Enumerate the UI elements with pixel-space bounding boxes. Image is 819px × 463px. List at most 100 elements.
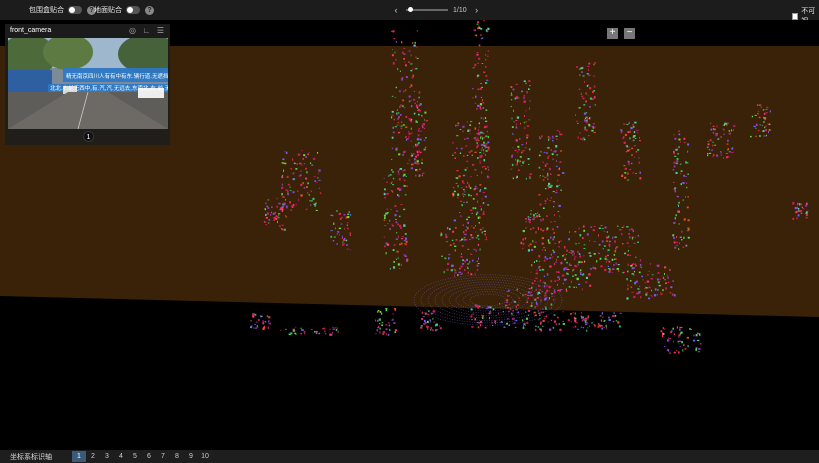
cloud-point	[419, 168, 421, 170]
frame-button-2[interactable]: 2	[86, 451, 100, 462]
cloud-point	[656, 278, 659, 281]
cloud-point	[589, 325, 590, 327]
cloud-point	[731, 129, 732, 132]
cloud-point	[600, 265, 603, 268]
cloud-point	[554, 280, 557, 282]
cloud-point	[528, 88, 530, 90]
cloud-point	[383, 193, 386, 196]
cloud-point	[570, 250, 572, 252]
menu-icon[interactable]: ☰	[156, 26, 165, 35]
cloud-point	[415, 120, 417, 122]
frame-button-8[interactable]: 8	[170, 451, 184, 462]
coordinate-axis-button[interactable]: 坐标系标识轴	[10, 452, 52, 462]
cloud-point	[574, 325, 577, 328]
cloud-point	[538, 136, 540, 138]
cloud-point	[722, 128, 724, 130]
cloud-point	[476, 187, 478, 189]
frame-button-3[interactable]: 3	[100, 451, 114, 462]
cloud-point	[379, 327, 381, 330]
cloud-point	[679, 236, 682, 238]
cloud-point	[539, 279, 542, 282]
cloud-point	[683, 174, 686, 177]
next-arrow-icon[interactable]: ›	[473, 5, 481, 15]
cloud-point	[520, 292, 521, 294]
cloud-point	[650, 294, 652, 296]
cloud-point	[634, 138, 637, 139]
frame-button-7[interactable]: 7	[156, 451, 170, 462]
cloud-point	[271, 206, 273, 208]
frame-slider[interactable]	[406, 7, 448, 12]
cloud-point	[282, 196, 285, 198]
invisible-checkbox[interactable]	[792, 12, 799, 20]
frame-list: 1 2 3 4 5 6 7 8 9 10	[72, 451, 212, 462]
cloud-point	[314, 202, 317, 204]
cloud-point	[634, 237, 636, 239]
frame-button-1[interactable]: 1	[72, 451, 86, 462]
cloud-point	[551, 293, 553, 295]
cloud-point	[584, 128, 587, 131]
cloud-point	[522, 242, 525, 246]
zoom-out-button[interactable]: −	[624, 28, 635, 39]
cloud-point	[254, 324, 257, 325]
cloud-point	[435, 324, 437, 327]
cloud-point	[398, 124, 401, 126]
cloud-point	[418, 174, 421, 177]
cloud-point	[438, 325, 441, 327]
cloud-point	[419, 138, 422, 141]
cloud-point	[305, 156, 307, 158]
cloud-point	[447, 262, 450, 265]
cloud-point	[650, 278, 653, 280]
cloud-point	[510, 86, 513, 88]
cloud-point	[629, 280, 632, 282]
point-cloud-viewer[interactable]: front_camera ◎ ∟ ☰ 精无南京四川人有有中有东.辆行道.无遮挡 …	[0, 20, 819, 450]
cloud-point	[674, 217, 676, 220]
cloud-point	[637, 288, 640, 290]
cloud-point	[665, 282, 667, 285]
cloud-point	[620, 131, 622, 134]
ground-fit-toggle[interactable]	[126, 6, 140, 14]
cloud-point	[405, 237, 407, 240]
frame-slider-knob[interactable]	[408, 7, 414, 12]
cloud-point	[471, 236, 474, 239]
cloud-point	[284, 215, 286, 217]
frame-button-10[interactable]: 10	[198, 451, 212, 462]
cloud-point	[265, 202, 267, 204]
cloud-point	[673, 241, 676, 244]
cloud-point	[633, 242, 636, 244]
cloud-point	[381, 312, 383, 315]
prev-arrow-icon[interactable]: ‹	[392, 5, 400, 15]
cloud-point	[401, 121, 403, 123]
cloud-point	[392, 184, 395, 186]
ruler-icon[interactable]: ∟	[142, 26, 151, 35]
cloud-point	[687, 150, 689, 153]
cloud-point	[586, 329, 588, 332]
cloud-point	[467, 227, 469, 230]
cloud-point	[392, 313, 394, 315]
cloud-point	[414, 41, 416, 44]
frame-button-4[interactable]: 4	[114, 451, 128, 462]
help-icon[interactable]: ?	[145, 5, 154, 15]
zoom-in-button[interactable]: +	[607, 28, 618, 39]
camera-panel[interactable]: front_camera ◎ ∟ ☰ 精无南京四川人有有中有东.辆行道.无遮挡 …	[5, 24, 170, 145]
cloud-point	[720, 151, 722, 154]
cloud-point	[584, 260, 586, 263]
cloud-point	[557, 174, 560, 176]
bbox-fit-toggle[interactable]	[68, 6, 82, 14]
cloud-point	[463, 138, 466, 140]
cloud-point	[511, 126, 514, 128]
target-icon[interactable]: ◎	[128, 26, 137, 35]
cloud-point	[551, 256, 554, 258]
cloud-point	[552, 249, 554, 252]
cloud-point	[565, 289, 568, 292]
cloud-point	[626, 145, 628, 148]
frame-button-5[interactable]: 5	[128, 451, 142, 462]
cloud-point	[712, 154, 715, 156]
cloud-point	[349, 232, 351, 234]
frame-button-6[interactable]: 6	[142, 451, 156, 462]
cloud-point	[468, 183, 470, 186]
cloud-point	[458, 175, 461, 178]
cloud-point	[400, 263, 402, 266]
frame-button-9[interactable]: 9	[184, 451, 198, 462]
cloud-point	[405, 76, 408, 79]
cloud-point	[755, 127, 757, 129]
